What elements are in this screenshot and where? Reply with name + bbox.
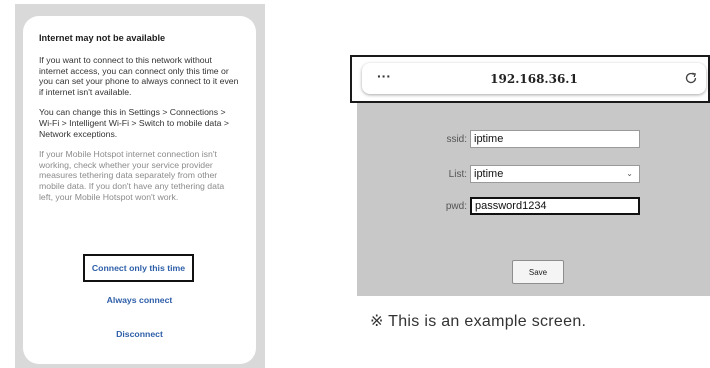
reload-icon[interactable] <box>684 71 698 85</box>
dialog-title: Internet may not be available <box>39 33 166 43</box>
always-connect-button[interactable]: Always connect <box>23 294 256 306</box>
ssid-row: ssid: iptime <box>357 130 710 150</box>
network-list-selected-value: iptime <box>474 168 504 180</box>
list-row: List: iptime ⌄ <box>357 165 710 185</box>
list-label: List: <box>448 169 467 180</box>
ssid-label: ssid: <box>446 134 467 145</box>
disconnect-button[interactable]: Disconnect <box>23 328 256 340</box>
network-list-select[interactable]: iptime ⌄ <box>470 165 640 183</box>
pwd-row: pwd: password1234 <box>357 197 710 217</box>
address-bar-highlight: ··· 192.168.36.1 <box>350 55 710 103</box>
ssid-input[interactable]: iptime <box>470 130 640 148</box>
save-button[interactable]: Save <box>512 260 564 284</box>
dialog-paragraph-settings-path: You can change this in Settings > Connec… <box>39 107 229 139</box>
url-text[interactable]: 192.168.36.1 <box>362 72 706 86</box>
dialog-paragraph-connect-options: If you want to connect to this network w… <box>39 55 239 97</box>
address-bar[interactable]: ··· 192.168.36.1 <box>362 63 706 94</box>
pwd-label: pwd: <box>445 201 467 212</box>
password-input[interactable]: password1234 <box>470 197 640 215</box>
connect-only-this-time-button[interactable]: Connect only this time <box>83 254 194 282</box>
chevron-down-icon: ⌄ <box>626 169 633 178</box>
dialog-paragraph-hotspot-note: If your Mobile Hotspot internet connecti… <box>39 149 225 202</box>
example-screen-caption: ※ This is an example screen. <box>370 313 587 330</box>
internet-unavailable-dialog: Internet may not be available If you wan… <box>23 16 256 364</box>
